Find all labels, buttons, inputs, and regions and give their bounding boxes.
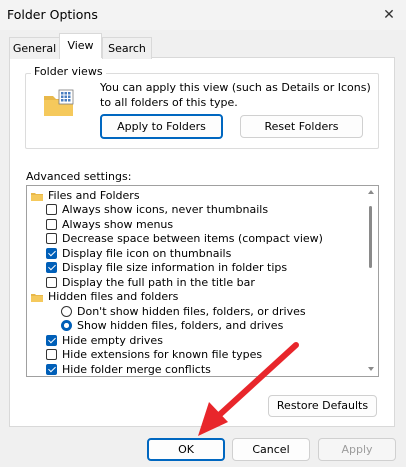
folder-views-description: You can apply this view (such as Details… (100, 81, 371, 109)
settings-item-label: Hidden files and folders (48, 290, 179, 304)
settings-item-label: Hide extensions for known file types (62, 348, 263, 362)
window-title: Folder Options (7, 7, 98, 22)
checkbox-checked[interactable] (46, 363, 57, 375)
settings-item-label: Files and Folders (48, 188, 140, 202)
settings-group-header: Hidden files and folders (31, 290, 178, 305)
settings-item-label: Hide empty drives (62, 333, 163, 347)
advanced-settings-list[interactable]: Files and Folders Always show icons, neve… (26, 185, 379, 377)
scroll-up-arrow-icon[interactable] (368, 190, 374, 194)
scroll-thumb[interactable] (369, 206, 372, 268)
tab-search[interactable]: Search (102, 37, 152, 59)
settings-checkbox-row[interactable]: Hide empty drives (46, 333, 163, 348)
settings-radio-row[interactable]: Don't show hidden files, folders, or dri… (61, 304, 306, 319)
cancel-button[interactable]: Cancel (232, 438, 310, 461)
apply-button[interactable]: Apply (318, 438, 396, 461)
settings-item-label: Decrease space between items (compact vi… (62, 232, 323, 246)
restore-defaults-button[interactable]: Restore Defaults (268, 395, 377, 417)
radio-selected[interactable] (61, 320, 72, 332)
settings-item-label: Always show menus (62, 217, 174, 231)
settings-checkbox-row[interactable]: Always show menus (46, 217, 173, 232)
checkbox-unchecked[interactable] (46, 218, 57, 230)
settings-checkbox-row[interactable]: Display file size information in folder … (46, 261, 287, 276)
folder-icon (31, 191, 43, 201)
ok-button[interactable]: OK (147, 438, 225, 461)
reset-folders-button[interactable]: Reset Folders (240, 115, 363, 138)
folder-views-icon (43, 88, 75, 120)
scroll-down-arrow-icon[interactable] (368, 367, 374, 371)
checkbox-checked[interactable] (46, 334, 57, 346)
settings-item-label: Display file icon on thumbnails (62, 246, 232, 260)
folder-views-legend: Folder views (31, 65, 106, 78)
checkbox-unchecked[interactable] (46, 233, 57, 245)
tab-general[interactable]: General (9, 37, 60, 59)
checkbox-unchecked[interactable] (46, 204, 57, 216)
checkbox-unchecked[interactable] (46, 276, 57, 288)
radio-unselected[interactable] (61, 305, 72, 317)
checkbox-checked[interactable] (46, 247, 57, 259)
advanced-settings-label: Advanced settings: (26, 170, 132, 183)
settings-item-label: Always show icons, never thumbnails (62, 203, 269, 217)
settings-checkbox-row[interactable]: Hide extensions for known file types (46, 348, 262, 363)
settings-checkbox-row[interactable]: Hide folder merge conflicts (46, 362, 211, 376)
settings-checkbox-row[interactable]: Display file icon on thumbnails (46, 246, 231, 261)
apply-to-folders-button[interactable]: Apply to Folders (100, 114, 223, 139)
list-scrollbar[interactable] (364, 186, 378, 376)
settings-radio-row[interactable]: Show hidden files, folders, and drives (61, 319, 283, 334)
folder-icon (31, 292, 43, 303)
settings-item-label: Hide folder merge conflicts (62, 362, 211, 376)
settings-item-label: Don't show hidden files, folders, or dri… (77, 304, 306, 318)
settings-checkbox-row[interactable]: Always show icons, never thumbnails (46, 203, 268, 218)
settings-group-header: Files and Folders (31, 188, 140, 203)
checkbox-unchecked[interactable] (46, 349, 57, 361)
settings-item-label: Display the full path in the title bar (62, 275, 255, 289)
settings-checkbox-row[interactable]: Decrease space between items (compact vi… (46, 232, 323, 247)
tab-view[interactable]: View (59, 33, 102, 58)
checkbox-checked[interactable] (46, 262, 57, 274)
close-icon[interactable]: ✕ (378, 4, 400, 26)
settings-item-label: Display file size information in folder … (62, 261, 288, 275)
settings-checkbox-row[interactable]: Display the full path in the title bar (46, 275, 255, 290)
settings-item-label: Show hidden files, folders, and drives (77, 319, 284, 333)
